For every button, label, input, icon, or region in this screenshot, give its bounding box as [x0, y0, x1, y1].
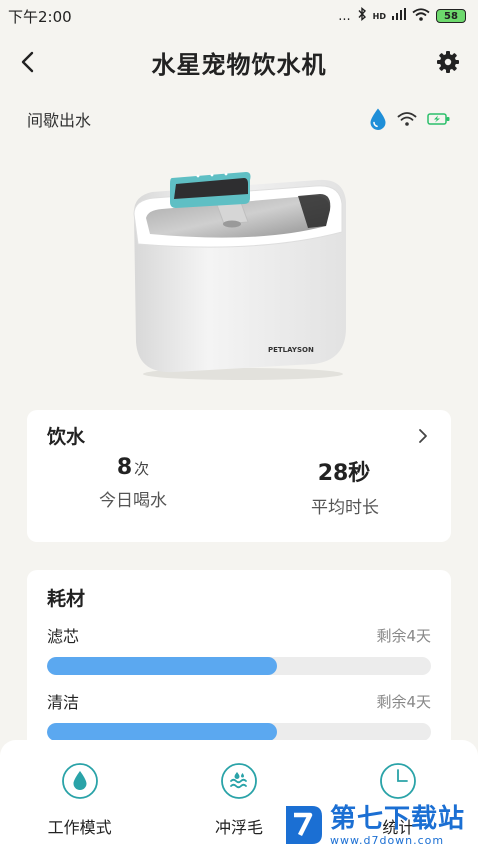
wifi-icon: [412, 7, 430, 25]
stat-label: 今日喝水: [99, 491, 167, 511]
device-status-icons: [369, 107, 457, 131]
water-drop-icon: [370, 108, 386, 130]
stat-label: 平均时长: [311, 498, 379, 518]
consumable-name: 清洁: [47, 693, 80, 712]
stat-today-drinks: 8 次 今日喝水: [27, 455, 239, 518]
watermark-title: 第七下载站: [330, 803, 466, 834]
battery-icon: 58: [436, 9, 466, 23]
consumable-name: 滤芯: [47, 627, 80, 646]
status-time: 下午2:00: [8, 7, 72, 26]
bluetooth-icon: [357, 7, 367, 25]
cell-signal-icon: [392, 8, 406, 24]
watermark: 第七下载站 www.d7down.com: [282, 800, 478, 850]
filter-progress-bar: [47, 657, 431, 675]
stat-value: 8: [116, 455, 133, 480]
bottom-item-label: 冲浮毛: [214, 818, 263, 837]
more-dots-icon: ...: [338, 8, 351, 24]
chevron-right-icon[interactable]: [413, 426, 433, 446]
gear-icon: [437, 51, 459, 73]
stat-average-duration: 28秒 平均时长: [239, 455, 451, 518]
drink-card[interactable]: 饮水 8 次 今日喝水 28秒 平均时长: [27, 410, 451, 542]
clock-icon: [380, 763, 417, 799]
consumables-card-title: 耗材: [47, 588, 86, 610]
page-title: 水星宠物饮水机: [151, 50, 327, 79]
chevron-left-icon: [21, 51, 34, 73]
work-mode-button[interactable]: 工作模式: [0, 740, 159, 850]
nav-bar: 水星宠物饮水机: [0, 38, 478, 86]
network-type-label: HD: [372, 11, 386, 21]
wave-icon: [221, 763, 257, 799]
watermark-logo-icon: [286, 806, 322, 844]
settings-button[interactable]: [434, 48, 462, 76]
device-image: PETLAYSON: [128, 152, 354, 382]
consumable-cleaning[interactable]: 清洁 剩余4天: [27, 687, 451, 741]
mode-row: 间歇出水: [27, 104, 457, 134]
consumable-remaining: 剩余4天: [376, 626, 431, 645]
progress-fill: [47, 723, 278, 741]
water-drop-icon: [61, 763, 98, 799]
battery-charging-icon: [427, 113, 450, 125]
wifi-icon: [397, 112, 417, 126]
stat-value: 28秒: [317, 461, 371, 486]
device-brand-text: PETLAYSON: [268, 346, 314, 354]
back-button[interactable]: [12, 46, 42, 78]
water-mode-label: 间歇出水: [27, 111, 92, 130]
watermark-url: www.d7down.com: [330, 833, 445, 847]
bottom-item-label: 工作模式: [47, 818, 112, 837]
cleaning-progress-bar: [47, 723, 431, 741]
consumable-filter[interactable]: 滤芯 剩余4天: [27, 621, 451, 675]
consumable-remaining: 剩余4天: [376, 692, 431, 711]
status-bar: 下午2:00 ... HD 58: [0, 0, 478, 32]
stat-unit: 次: [134, 460, 150, 478]
progress-fill: [47, 657, 278, 675]
drink-card-title: 饮水: [47, 426, 86, 448]
status-icons-system: ... HD 58: [338, 7, 466, 25]
drink-stats: 8 次 今日喝水 28秒 平均时长: [27, 455, 451, 518]
